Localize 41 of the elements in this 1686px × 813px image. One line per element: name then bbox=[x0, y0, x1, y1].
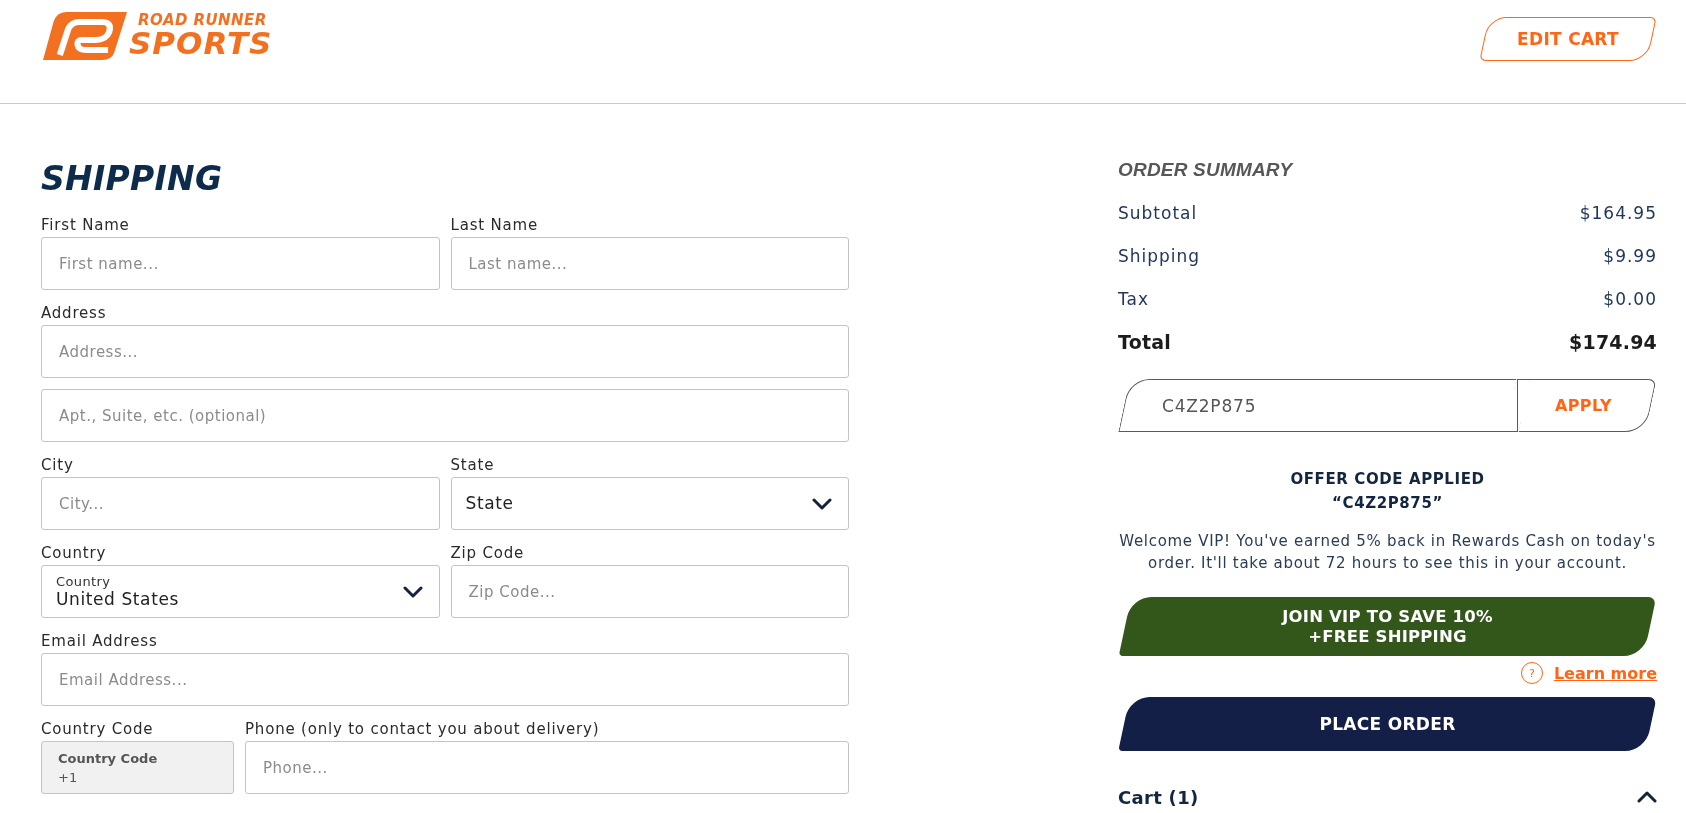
chevron-up-icon[interactable] bbox=[1637, 791, 1657, 803]
offer-status: OFFER CODE APPLIED bbox=[1289, 469, 1486, 490]
text-input[interactable]: First name... bbox=[41, 237, 440, 290]
select-dropdown[interactable]: State bbox=[450, 477, 849, 530]
summary-value: $164.95 bbox=[1579, 202, 1657, 223]
total-label: Total bbox=[1118, 331, 1171, 353]
join-vip-button[interactable]: JOIN VIP TO SAVE 10% +FREE SHIPPING bbox=[1118, 597, 1657, 656]
text-input[interactable]: Phone... bbox=[245, 741, 849, 794]
summary-label: Subtotal bbox=[1118, 202, 1198, 223]
text-input[interactable]: Apt., Suite, etc. (optional) bbox=[41, 389, 849, 442]
field-label: Email Address bbox=[41, 632, 158, 650]
field-label: Phone (only to contact you about delivery) bbox=[245, 720, 600, 738]
summary-label: Shipping bbox=[1118, 245, 1201, 266]
text-input[interactable]: Zip Code... bbox=[450, 565, 849, 618]
field-label: Country Code bbox=[41, 720, 154, 738]
shipping-heading: SHIPPING bbox=[41, 161, 224, 197]
text-input[interactable]: Address... bbox=[41, 325, 849, 378]
logo-icon[interactable] bbox=[43, 12, 127, 60]
text-input[interactable]: City... bbox=[41, 477, 440, 530]
total-value: $174.94 bbox=[1569, 331, 1657, 353]
text-input[interactable]: Last name... bbox=[450, 237, 849, 290]
order-summary-heading: ORDER SUMMARY bbox=[1118, 159, 1293, 181]
field-label: Zip Code bbox=[450, 544, 525, 562]
promo-code-field[interactable]: C4Z2P875 bbox=[1118, 379, 1517, 432]
field-label: Address bbox=[41, 304, 107, 322]
cart-toggle[interactable]: Cart (1) bbox=[1118, 785, 1657, 809]
offer-code: “C4Z2P875” bbox=[1331, 493, 1444, 514]
text-input[interactable]: Email Address... bbox=[41, 653, 849, 706]
select-dropdown[interactable]: Country United States bbox=[41, 565, 440, 618]
summary-value: $0.00 bbox=[1603, 288, 1657, 309]
field-label: Last Name bbox=[450, 216, 538, 234]
field-label: First Name bbox=[41, 216, 130, 234]
summary-label: Tax bbox=[1118, 288, 1150, 309]
field-label: City bbox=[41, 456, 74, 474]
place-order-button[interactable]: PLACE ORDER bbox=[1118, 697, 1657, 751]
rewards-message: Welcome VIP! You've earned 5% back in Rewards Cash on today's order. It'll take about 72 hours to see this in your account. bbox=[1118, 531, 1657, 574]
field-label: State bbox=[450, 456, 495, 474]
summary-value: $9.99 bbox=[1603, 245, 1657, 266]
field-label: Country bbox=[41, 544, 107, 562]
chevron-down-icon[interactable] bbox=[812, 497, 832, 510]
chevron-down-icon[interactable] bbox=[402, 585, 423, 598]
